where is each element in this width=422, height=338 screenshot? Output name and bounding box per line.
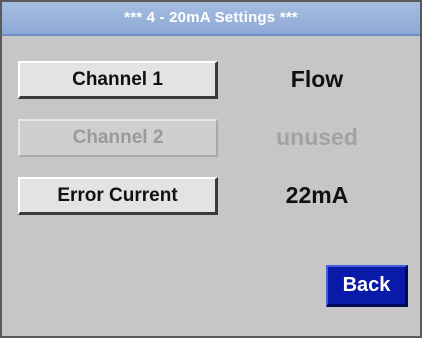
channel-1-value: Flow xyxy=(290,66,344,92)
error-current-button[interactable]: Error Current xyxy=(18,177,218,215)
back-button[interactable]: Back xyxy=(326,265,408,307)
channel-2-value: unused xyxy=(276,124,358,150)
channel-2-button[interactable]: Channel 2 xyxy=(18,119,218,157)
channel-1-button[interactable]: Channel 1 xyxy=(18,61,218,99)
settings-screen: *** 4 - 20mA Settings *** Channel 1 Flow… xyxy=(0,0,422,338)
screen-title: *** 4 - 20mA Settings *** xyxy=(2,2,420,36)
error-current-value: 22mA xyxy=(285,182,349,208)
